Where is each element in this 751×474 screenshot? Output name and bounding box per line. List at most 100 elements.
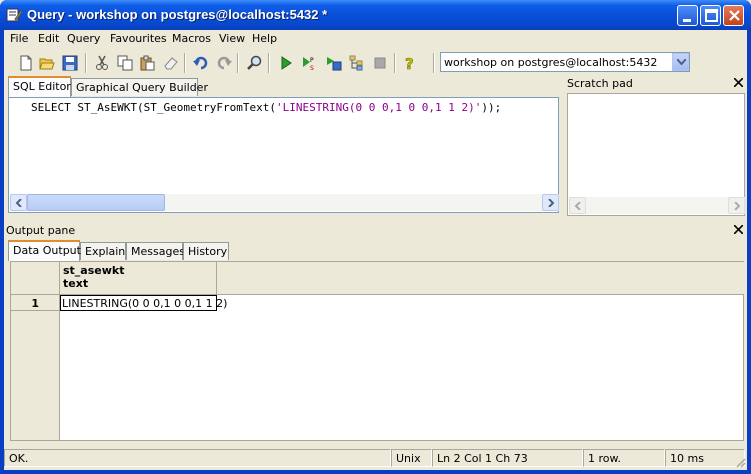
column-header-st-asewkt[interactable]: st_asewkt text xyxy=(60,262,217,295)
copy-button[interactable] xyxy=(115,53,135,73)
scroll-right-button[interactable] xyxy=(542,194,559,211)
minimize-icon xyxy=(683,19,691,22)
title-bar[interactable]: Query - workshop on postgres@localhost:5… xyxy=(0,0,751,30)
sql-editor[interactable]: SELECT ST_AsEWKT(ST_GeometryFromText('LI… xyxy=(8,97,559,213)
row-header-column xyxy=(11,295,60,440)
status-exec-time: 10 ms xyxy=(665,449,745,467)
menu-favourites[interactable]: Favourites xyxy=(110,32,167,45)
chevron-left-icon xyxy=(15,199,22,207)
paste-button[interactable] xyxy=(137,53,157,73)
scroll-left-button[interactable] xyxy=(10,194,27,211)
menu-bar: File Edit Query Favourites Macros View H… xyxy=(4,30,747,49)
cut-button[interactable] xyxy=(92,53,112,73)
save-button[interactable] xyxy=(60,53,80,73)
row-header[interactable]: 1 xyxy=(11,295,60,311)
open-folder-icon xyxy=(39,58,55,70)
toolbar-separator xyxy=(433,53,435,73)
connection-select[interactable]: workshop on postgres@localhost:5432 xyxy=(440,52,690,72)
toolbar-separator xyxy=(237,53,239,73)
query-edit-icon xyxy=(6,8,22,22)
eraser-icon xyxy=(164,57,178,70)
sql-pane: SQL Editor Graphical Query Builder SELEC… xyxy=(8,76,559,246)
paste-icon xyxy=(140,55,155,71)
scratch-pad-title: Scratch pad xyxy=(567,77,633,90)
cut-icon xyxy=(96,55,108,70)
find-button[interactable] xyxy=(245,53,265,73)
status-line-endings: Unix xyxy=(391,449,432,467)
menu-file[interactable]: File xyxy=(10,32,28,45)
chevron-right-icon xyxy=(548,199,555,207)
output-tabs: Data Output Explain Messages History xyxy=(8,240,747,261)
undo-button[interactable] xyxy=(191,53,211,73)
copy-icon xyxy=(117,55,133,71)
menu-help[interactable]: Help xyxy=(252,32,277,45)
tab-messages[interactable]: Messages xyxy=(126,242,185,260)
connection-value: workshop on postgres@localhost:5432 xyxy=(444,56,658,69)
table-cell[interactable]: LINESTRING(0 0 0,1 0 0,1 1 2) xyxy=(60,295,227,311)
svg-text:?: ? xyxy=(405,55,414,71)
application-window: Query - workshop on postgres@localhost:5… xyxy=(0,0,751,474)
tab-history[interactable]: History xyxy=(183,242,229,260)
column-name: st_asewkt xyxy=(63,264,125,277)
chevron-right-icon xyxy=(734,202,741,210)
editor-gutter xyxy=(10,99,26,196)
scratch-horizontal-scrollbar[interactable] xyxy=(569,197,745,214)
search-icon xyxy=(247,55,262,70)
connection-dropdown-button[interactable] xyxy=(672,53,689,71)
toolbar-separator xyxy=(394,53,396,73)
scroll-right-button[interactable] xyxy=(728,197,745,214)
maximize-button[interactable] xyxy=(700,5,721,26)
new-file-icon xyxy=(20,55,32,71)
sql-string-literal: 'LINESTRING(0 0 0,1 0 0,1 1 2)' xyxy=(276,101,482,114)
execute-button[interactable] xyxy=(276,53,296,73)
explain-button[interactable] xyxy=(347,53,367,73)
toolbar-separator xyxy=(184,53,186,73)
toolbar-separator xyxy=(268,53,270,73)
resize-grip-icon[interactable] xyxy=(734,456,746,468)
new-button[interactable] xyxy=(16,53,36,73)
redo-button[interactable] xyxy=(214,53,234,73)
status-message: OK. xyxy=(4,449,391,467)
tab-explain[interactable]: Explain xyxy=(80,242,126,260)
grid-corner-header[interactable] xyxy=(11,262,60,295)
save-icon xyxy=(62,55,78,71)
svg-text:S: S xyxy=(310,65,314,71)
cancel-query-button[interactable] xyxy=(370,53,390,73)
execute-pgscript-button[interactable]: PS xyxy=(299,53,319,73)
menu-view[interactable]: View xyxy=(219,32,245,45)
execute-file-icon xyxy=(327,57,342,71)
toolbar: PS ? workshop on postgres@localhost:5432 xyxy=(4,50,747,77)
clear-button[interactable] xyxy=(161,53,181,73)
scratch-pad-textarea[interactable] xyxy=(567,93,745,216)
undo-icon xyxy=(193,56,208,70)
sql-text[interactable]: SELECT ST_AsEWKT(ST_GeometryFromText('LI… xyxy=(31,101,501,114)
open-button[interactable] xyxy=(37,53,57,73)
help-button[interactable]: ? xyxy=(400,53,420,73)
play-icon xyxy=(281,56,292,70)
chevron-left-icon xyxy=(574,202,581,210)
grid-header-filler xyxy=(217,262,744,295)
menu-macros[interactable]: Macros xyxy=(172,32,211,45)
execute-to-file-button[interactable] xyxy=(324,53,344,73)
chevron-down-icon xyxy=(677,59,686,65)
sql-code-suffix: )); xyxy=(481,101,502,114)
scroll-thumb[interactable] xyxy=(27,194,165,211)
tab-sql-editor[interactable]: SQL Editor xyxy=(8,76,71,97)
close-icon[interactable] xyxy=(734,78,743,87)
close-icon xyxy=(729,10,740,21)
minimize-button[interactable] xyxy=(677,5,698,26)
sql-horizontal-scrollbar[interactable] xyxy=(10,194,559,211)
close-icon[interactable] xyxy=(734,225,743,234)
status-bar: OK. Unix Ln 2 Col 1 Ch 73 1 row. 10 ms xyxy=(4,447,747,470)
status-cursor-position: Ln 2 Col 1 Ch 73 xyxy=(432,449,583,467)
menu-edit[interactable]: Edit xyxy=(38,32,59,45)
tab-graphical-query-builder[interactable]: Graphical Query Builder xyxy=(71,78,208,96)
tab-data-output[interactable]: Data Output xyxy=(8,240,81,261)
close-button[interactable] xyxy=(723,5,744,26)
output-pane-title: Output pane xyxy=(6,224,76,237)
menu-query[interactable]: Query xyxy=(67,32,100,45)
scroll-left-button[interactable] xyxy=(569,197,586,214)
toolbar-separator xyxy=(85,53,87,73)
svg-text:P: P xyxy=(310,57,314,64)
sql-code-prefix: SELECT ST_AsEWKT(ST_GeometryFromText( xyxy=(31,101,277,114)
